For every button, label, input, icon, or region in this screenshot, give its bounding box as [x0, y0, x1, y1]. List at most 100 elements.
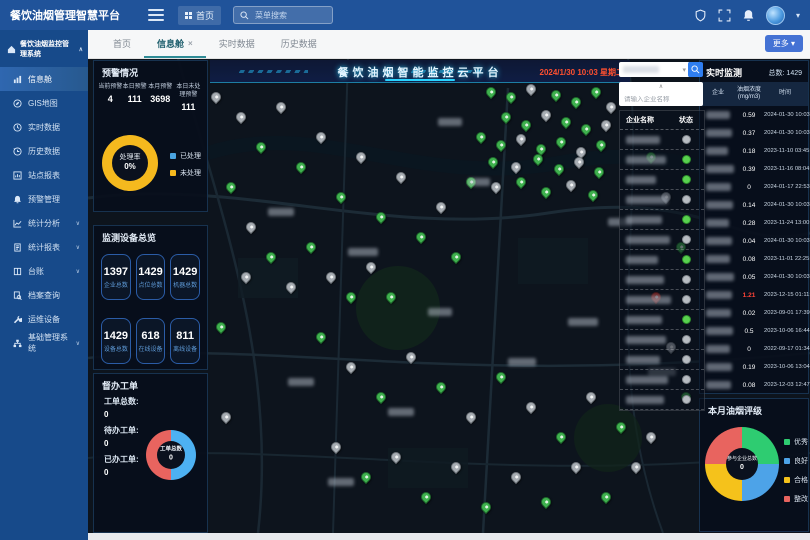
realtime-row[interactable]: 0.282023-11-24 13:00:00 — [700, 214, 808, 232]
company-row[interactable] — [620, 310, 704, 330]
realtime-row[interactable]: 0.52023-10-06 16:44:00 — [700, 322, 808, 340]
tab-首页[interactable]: 首页 — [100, 30, 144, 58]
sidebar-item-基础管理系统[interactable]: 基础管理系统∨ — [0, 331, 88, 355]
rt-concentration-value: 0.59 — [734, 112, 764, 119]
company-row[interactable] — [620, 250, 704, 270]
sidebar-item-档案查询[interactable]: 档案查询 — [0, 283, 88, 307]
realtime-row[interactable]: 1.212023-12-15 01:11:00 — [700, 286, 808, 304]
history-icon — [13, 147, 22, 156]
company-row[interactable] — [620, 170, 704, 190]
realtime-row[interactable]: 0.592024-01-30 10:03:00 — [700, 106, 808, 124]
company-row[interactable] — [620, 330, 704, 350]
rt-company-redacted — [706, 381, 731, 389]
sidebar-item-GIS地图[interactable]: GIS地图 — [0, 91, 88, 115]
company-search-button[interactable] — [688, 62, 703, 77]
hamburger-menu-icon[interactable] — [148, 9, 164, 21]
analysis-icon — [13, 219, 22, 228]
legend-label: 优秀 — [794, 437, 808, 447]
realtime-row[interactable]: 0.142024-01-30 10:03:00 — [700, 196, 808, 214]
sidebar-item-预警管理[interactable]: 预警管理 — [0, 187, 88, 211]
list-collapse-toggle[interactable]: ∧ — [619, 82, 703, 92]
rt-company-redacted — [706, 129, 732, 137]
rt-timestamp: 2023-11-24 13:00:00 — [764, 220, 810, 226]
sidebar-group-header[interactable]: 餐饮油烟监控管理系统 ∧ — [0, 30, 88, 67]
realtime-row[interactable]: 0.042024-01-30 10:03:00 — [700, 232, 808, 250]
app-window: 餐饮油烟管理智慧平台 首页 ▾ — [0, 0, 810, 540]
user-avatar[interactable] — [766, 6, 785, 25]
tab-历史数据[interactable]: 历史数据 — [268, 30, 330, 58]
menu-search-input[interactable] — [253, 10, 326, 21]
realtime-row[interactable]: 0.182023-11-10 03:45:00 — [700, 142, 808, 160]
status-dot-offline — [682, 335, 691, 344]
rt-concentration-value: 0.05 — [734, 274, 764, 281]
tab-信息舱[interactable]: 信息舱× — [144, 30, 206, 58]
menu-search[interactable] — [233, 6, 333, 24]
work-order-stat-value: 0 — [104, 410, 139, 419]
sitemap-icon — [13, 339, 22, 348]
more-caret-icon: ▾ — [791, 39, 795, 48]
company-row[interactable] — [620, 370, 704, 390]
work-order-panel: 督办工单 工单总数:0待办工单:0已办工单:0 工单总数 0 — [93, 373, 208, 533]
tab-实时数据[interactable]: 实时数据 — [206, 30, 268, 58]
company-select-dropdown[interactable]: ▾ — [619, 62, 690, 77]
status-dot-online — [682, 215, 691, 224]
company-row[interactable] — [620, 230, 704, 250]
selected-company-redacted — [623, 66, 659, 73]
rt-company-redacted — [706, 219, 729, 227]
realtime-row[interactable]: 0.192023-10-06 13:04:00 — [700, 358, 808, 376]
sidebar-item-台账[interactable]: 台账∨ — [0, 259, 88, 283]
collapse-caret-icon: ∧ — [79, 46, 83, 53]
sidebar-item-统计分析[interactable]: 统计分析∨ — [0, 211, 88, 235]
home-quick-tab[interactable]: 首页 — [178, 6, 221, 25]
company-name-redacted — [626, 156, 666, 164]
company-row[interactable] — [620, 350, 704, 370]
sidebar-item-运维设备[interactable]: 运维设备 — [0, 307, 88, 331]
company-row[interactable] — [620, 390, 704, 410]
company-name-redacted — [626, 136, 660, 144]
realtime-row[interactable]: 0.022023-09-01 17:39:00 — [700, 304, 808, 322]
device-stat-card: 1429点位总数 — [136, 254, 166, 300]
fullscreen-icon[interactable] — [718, 9, 731, 22]
map-label-redacted — [428, 308, 452, 316]
status-dot-offline — [682, 235, 691, 244]
rt-concentration-value: 0.02 — [734, 310, 764, 317]
monthly-rating-panel: 本月油烟评级 参与企业总数 0 优秀良好合格整改 — [699, 398, 809, 532]
company-row[interactable] — [620, 290, 704, 310]
shield-icon[interactable] — [694, 9, 707, 22]
realtime-row[interactable]: 0.082023-12-03 12:47:00 — [700, 376, 808, 394]
sidebar-item-label: 基础管理系统 — [28, 332, 70, 354]
device-card-label: 离线设备 — [173, 344, 197, 353]
alert-stat-value: 111 — [122, 94, 146, 104]
bell-icon[interactable] — [742, 9, 755, 22]
alert-stat-label: 本日预警 — [122, 84, 146, 92]
company-row[interactable] — [620, 130, 704, 150]
company-row[interactable] — [620, 150, 704, 170]
realtime-row[interactable]: 0.392023-11-16 08:04:00 — [700, 160, 808, 178]
user-menu-caret-icon[interactable]: ▾ — [796, 11, 800, 20]
company-row[interactable] — [620, 190, 704, 210]
realtime-row[interactable]: 02022-09-17 01:34:00 — [700, 340, 808, 358]
company-name-input[interactable] — [619, 96, 703, 103]
dashboard-icon — [13, 75, 22, 84]
sidebar-item-站点报表[interactable]: 站点报表 — [0, 163, 88, 187]
work-order-donut: 工单总数 0 — [146, 430, 196, 480]
sidebar-item-历史数据[interactable]: 历史数据 — [0, 139, 88, 163]
company-row[interactable] — [620, 210, 704, 230]
sidebar-item-统计报表[interactable]: 统计报表∨ — [0, 235, 88, 259]
company-name-search[interactable] — [619, 92, 703, 106]
realtime-row[interactable]: 0.372024-01-30 10:03:00 — [700, 124, 808, 142]
more-button[interactable]: 更多 ▾ — [765, 35, 803, 52]
sidebar-item-实时数据[interactable]: 实时数据 — [0, 115, 88, 139]
company-row[interactable] — [620, 270, 704, 290]
realtime-icon — [13, 123, 22, 132]
ledger-icon — [13, 267, 22, 276]
legend-label: 已处理 — [180, 151, 201, 161]
realtime-row[interactable]: 0.052024-01-30 10:03:00 — [700, 268, 808, 286]
company-name-redacted — [626, 316, 662, 324]
status-dot-offline — [682, 295, 691, 304]
realtime-row[interactable]: 0.082023-11-01 22:25:00 — [700, 250, 808, 268]
sidebar-item-label: 历史数据 — [28, 146, 60, 157]
realtime-row[interactable]: 02024-01-17 22:53:00 — [700, 178, 808, 196]
sidebar-item-信息舱[interactable]: 信息舱 — [0, 67, 88, 91]
tab-close-icon[interactable]: × — [188, 39, 193, 48]
